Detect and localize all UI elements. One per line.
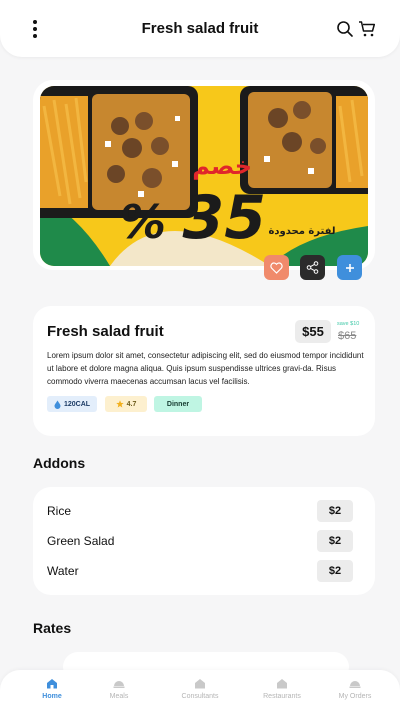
addon-row[interactable]: Rice $2 [47,500,353,522]
addon-price: $2 [317,530,353,552]
restaurant-icon [277,679,287,689]
addon-price: $2 [317,500,353,522]
rating-value: 4.7 [126,400,137,408]
star-icon [115,400,124,408]
meal-type-badge: Dinner [154,396,202,412]
nav-item-restaurants[interactable]: Restaurants [247,678,317,700]
plus-icon [345,263,354,272]
addons-card: Rice $2 Green Salad $2 Water $2 [33,487,375,595]
offer-percent: % [120,195,166,249]
calories-badge: 120CAL [47,396,97,412]
home-icon [47,679,57,689]
product-name: Fresh salad fruit [47,323,164,340]
top-bar: Fresh salad fruit [0,0,400,57]
offer-note: لفترة محدودة [268,226,335,237]
cart-icon[interactable] [358,20,376,38]
meal-icon [113,681,125,688]
bottom-nav: Home Meals Consultants Restaurants My Or… [0,670,400,710]
promo-banner-image: خصم 35 % لفترة محدودة [40,86,368,266]
nav-item-meals[interactable]: Meals [84,678,154,700]
nav-label: My Orders [338,693,372,700]
search-icon[interactable] [336,20,354,38]
rates-title: Rates [33,620,72,636]
offer-value: 35 [183,183,267,253]
product-description: Lorem ipsum dolor sit amet, consectetur … [47,351,364,386]
addon-row[interactable]: Green Salad $2 [47,530,353,552]
orders-icon [349,681,361,688]
save-note: save $10 [337,321,360,327]
nav-item-home[interactable]: Home [17,678,87,700]
rating-badge: 4.7 [105,396,147,412]
nav-label: Meals [109,693,129,700]
nav-item-consultants[interactable]: Consultants [165,678,235,700]
share-button[interactable] [300,255,325,280]
calories-value: 120CAL [63,400,91,408]
addon-label: Rice [47,504,72,518]
nav-item-my-orders[interactable]: My Orders [320,678,390,700]
share-icon [306,261,319,274]
addon-price: $2 [317,560,353,582]
promo-banner[interactable]: خصم 35 % لفترة محدودة [40,86,368,266]
nav-label: Consultants [181,693,219,700]
water-drop-icon [54,400,61,409]
old-price: $65 [338,330,357,342]
heart-icon [270,261,283,274]
addons-title: Addons [33,455,86,471]
addon-label: Green Salad [47,534,115,548]
nav-label: Restaurants [263,693,301,700]
product-price: $55 [295,320,331,343]
offer-word: خصم [192,152,252,180]
consultant-icon [195,679,205,689]
product-info-card: Fresh salad fruit $55 save $10 $65 Lorem… [33,306,375,436]
addon-row[interactable]: Water $2 [47,560,353,582]
addon-label: Water [47,564,79,578]
favorite-button[interactable] [264,255,289,280]
meal-type-value: Dinner [166,400,190,408]
nav-label: Home [42,693,62,700]
add-to-cart-button[interactable] [337,255,362,280]
